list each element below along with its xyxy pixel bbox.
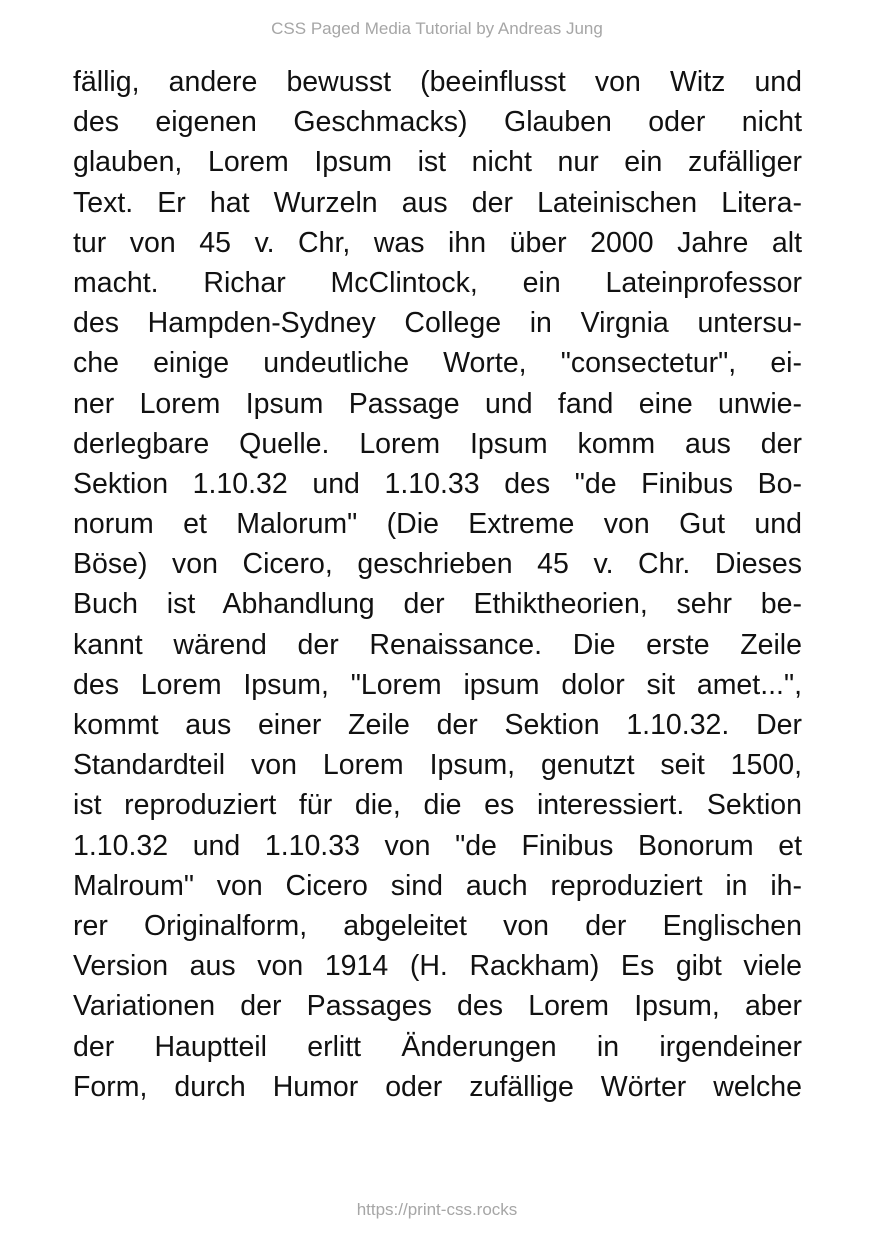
text-line: derlegbare Quelle. Lorem Ipsum komm aus … [73, 427, 802, 460]
text-line: glauben, Lorem Ipsum ist nicht nur ein z… [73, 146, 802, 179]
running-footer: https://print-css.rocks [356, 1200, 518, 1219]
text-line: ner Lorem Ipsum Passage und fand eine un… [73, 387, 802, 420]
running-header: CSS Paged Media Tutorial by Andreas Jung [271, 19, 603, 38]
text-line: des Hampden-Sydney College in Virgnia un… [73, 307, 802, 340]
text-line: rer Originalform, abgeleitet von der Eng… [73, 909, 802, 942]
text-line: Sektion 1.10.32 und 1.10.33 des "de Fini… [73, 467, 802, 500]
text-line: der Hauptteil erlitt Änderungen in irgen… [73, 1030, 802, 1063]
text-line: 1.10.32 und 1.10.33 von "de Finibus Bono… [73, 829, 802, 862]
text-line: fällig, andere bewusst (beeinflusst von … [73, 66, 802, 98]
text-line: kommt aus einer Zeile der Sektion 1.10.3… [73, 709, 802, 741]
text-line: Böse) von Cicero, geschrieben 45 v. Chr.… [73, 548, 802, 581]
text-line: Malroum" von Cicero sind auch reproduzie… [73, 869, 802, 902]
text-line: Variationen der Passages des Lorem Ipsum… [73, 990, 802, 1023]
text-line: Text. Er hat Wurzeln aus der Lateinische… [73, 186, 802, 219]
text-line: norum et Malorum" (Die Extreme von Gut u… [73, 508, 802, 541]
body-paragraph: fällig, andere bewusst (beeinflusst von … [73, 62, 802, 1107]
text-line: Buch ist Abhandlung der Ethiktheorien, s… [73, 588, 802, 621]
text-line: Form, durch Humor oder zufällige Wörter … [73, 1070, 802, 1103]
text-line: des Lorem Ipsum, "Lorem ipsum dolor sit … [73, 668, 802, 701]
text-line: tur von 45 v. Chr, was ihn über 2000 Jah… [73, 226, 802, 259]
text-line: kannt wärend der Renaissance. Die erste … [73, 628, 802, 661]
text-line: Standardteil von Lorem Ipsum, genutzt se… [73, 749, 802, 782]
text-line: ist reproduziert für die, die es interes… [73, 789, 802, 822]
text-line: macht. Richar McClintock, ein Lateinprof… [73, 266, 802, 299]
text-line: des eigenen Geschmacks) Glauben oder nic… [73, 106, 802, 139]
text-line: che einige undeutliche Worte, "consectet… [73, 347, 802, 380]
text-line: Version aus von 1914 (H. Rackham) Es gib… [73, 950, 802, 983]
